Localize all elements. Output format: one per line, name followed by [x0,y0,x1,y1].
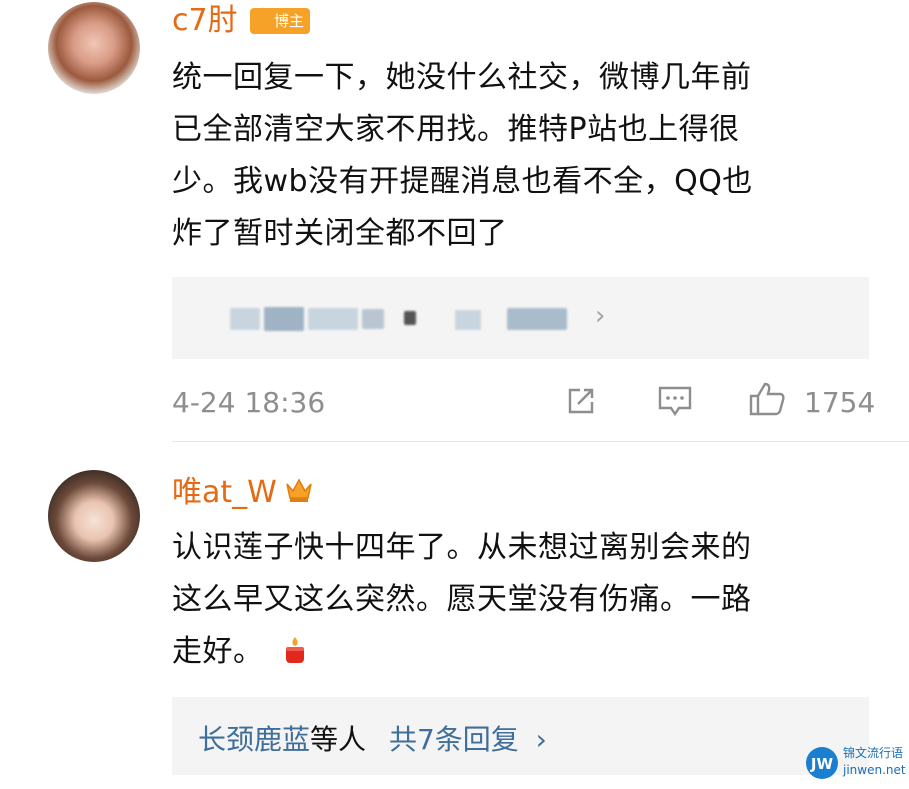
comment-line: 这么早又这么突然。愿天堂没有伤痛。一路 [172,582,752,617]
reply-summary[interactable]: 长颈鹿蓝等人 共7条回复 › [198,718,547,758]
comment-icon[interactable] [657,384,693,418]
comment-line-last: 走好。 [172,626,872,678]
watermark: JW 锦文流行语 jinwen.net [805,743,906,783]
blurred-text [404,311,416,325]
like-icon[interactable] [748,380,786,418]
blurred-text [230,308,260,330]
timestamp: 4-24 18:36 [172,386,326,419]
chevron-right-icon: › [595,301,606,331]
divider [172,441,909,442]
comment-line: 炸了暂时关闭全都不回了 [172,216,508,251]
comment-text: 统一回复一下，她没什么社交，微博几年前 已全部清空大家不用找。推特P站也上得很 … [172,52,872,260]
comment-line: 统一回复一下，她没什么社交，微博几年前 [172,60,752,95]
comment-text: 认识莲子快十四年了。从未想过离别会来的 这么早又这么突然。愿天堂没有伤痛。一路 … [172,522,872,678]
comment-line: 已全部清空大家不用找。推特P站也上得很 [172,112,740,147]
blurred-text [308,308,358,330]
watermark-logo: JW [806,747,838,779]
reply-users[interactable]: 长颈鹿蓝 [198,723,310,756]
username[interactable]: c7肘 [172,6,238,36]
username[interactable]: 唯at_W [172,478,277,508]
share-icon[interactable] [564,384,598,418]
comment-line: 认识莲子快十四年了。从未想过离别会来的 [172,530,752,565]
blurred-link-card[interactable]: › [172,277,869,359]
chevron-right-icon: › [535,723,547,756]
comment-line: 少。我wb没有开提醒消息也看不全，QQ也 [172,164,753,199]
watermark-url: jinwen.net [843,763,906,777]
blurred-text [507,308,567,330]
blogger-badge: 博主 [250,8,311,34]
blurred-text [362,309,384,329]
avatar[interactable] [48,470,140,562]
blurred-text [264,307,304,331]
comment-line: 走好。 [172,634,264,669]
svg-text:JW: JW [810,755,834,773]
blurred-text [455,310,481,330]
watermark-name: 锦文流行语 [843,746,904,760]
reply-count[interactable]: 共7条回复 [389,723,519,756]
reply-suffix: 等人 [310,723,367,756]
replies-box[interactable]: 长颈鹿蓝等人 共7条回复 › [172,697,869,775]
candle-emoji-icon [285,637,304,663]
avatar[interactable] [48,2,140,94]
crown-icon [286,478,312,502]
like-count: 1754 [804,386,876,419]
